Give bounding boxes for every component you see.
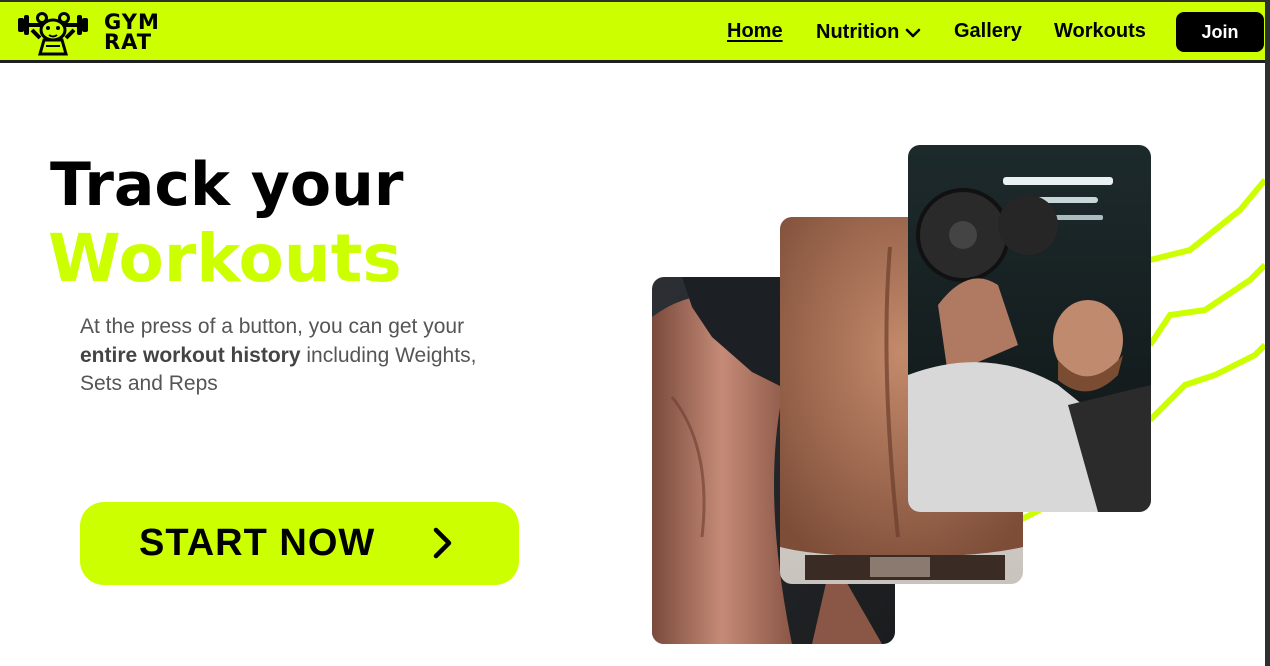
nav-gallery-link[interactable]: Gallery	[954, 20, 1022, 43]
brand-name-line2: RAT	[104, 30, 153, 54]
hero-desc-text-1: At the press of a button, you can get yo…	[80, 315, 465, 338]
join-button[interactable]: Join	[1176, 12, 1264, 52]
nav-home-link[interactable]: Home	[727, 20, 783, 43]
navbar: GYM RAT Home Nutrition Gallery Workouts …	[0, 2, 1265, 63]
bench-press-photo	[908, 145, 1151, 512]
nav-nutrition-dropdown[interactable]: Nutrition	[816, 21, 921, 44]
brand-name-line1: GYM	[104, 10, 160, 34]
hero-title-line2: Workouts	[48, 220, 402, 297]
brand-name: GYM RAT	[104, 10, 160, 54]
nav-workouts-link[interactable]: Workouts	[1054, 20, 1146, 43]
hero-title-line1: Track your	[50, 150, 404, 220]
brand-logo[interactable]: GYM RAT	[16, 8, 160, 56]
chevron-right-icon	[433, 527, 452, 559]
scrollbar-track[interactable]	[1265, 0, 1270, 666]
chevron-down-icon	[906, 28, 921, 37]
hero-description: At the press of a button, you can get yo…	[80, 313, 520, 399]
start-now-label: START NOW	[139, 522, 376, 564]
hero-desc-bold: entire workout history	[80, 343, 301, 367]
nav-nutrition-label: Nutrition	[816, 21, 900, 43]
barbell-rat-icon	[18, 12, 88, 56]
